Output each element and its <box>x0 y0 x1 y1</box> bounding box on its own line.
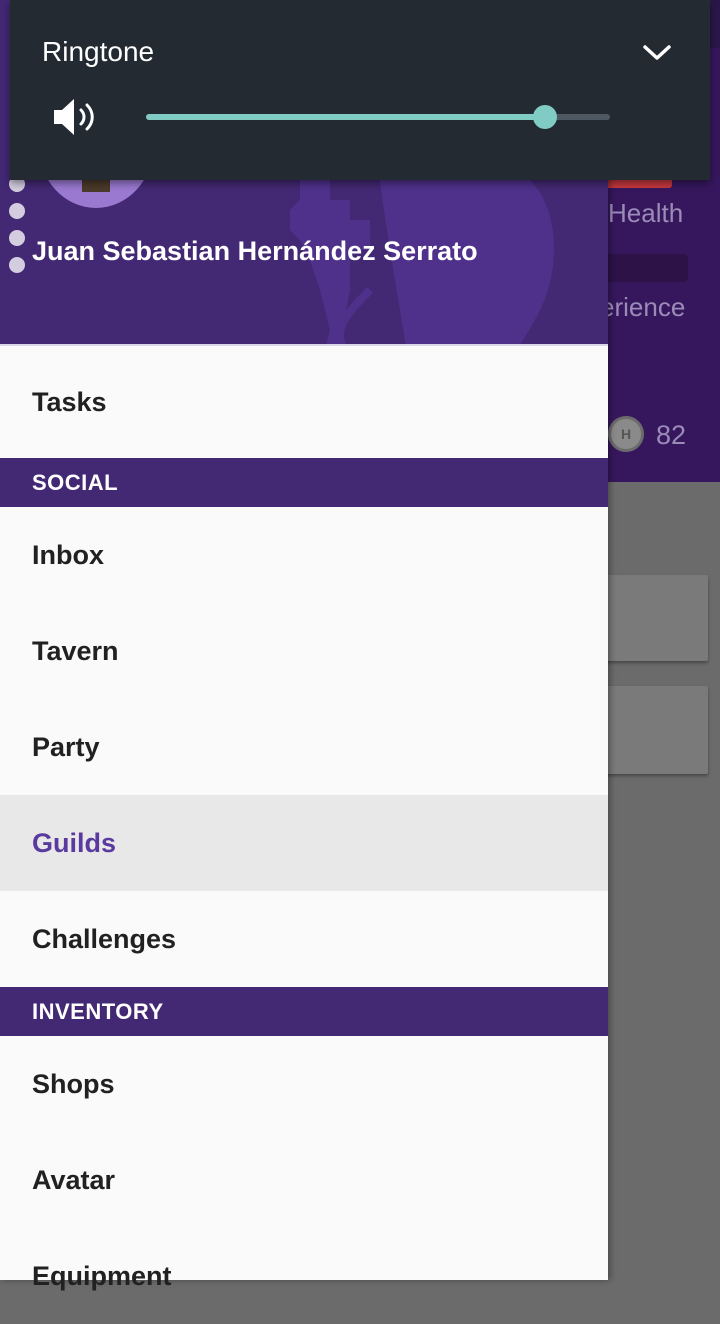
gold-coin-icon: H <box>608 416 644 452</box>
user-name: Juan Sebastian Hernández Serrato <box>32 236 478 266</box>
menu-item-challenges[interactable]: Challenges <box>0 891 608 987</box>
volume-panel: Ringtone <box>10 0 710 180</box>
health-label: Health <box>608 198 684 228</box>
indicator-dot <box>9 203 25 219</box>
gold-amount: 82 <box>656 420 687 450</box>
menu-item-equipment[interactable]: Equipment <box>0 1228 608 1324</box>
experience-bar <box>600 254 688 282</box>
indicator-dot <box>9 230 25 246</box>
menu-item-guilds[interactable]: Guilds <box>0 795 608 891</box>
menu-item-party[interactable]: Party <box>0 699 608 795</box>
menu-item-tasks[interactable]: Tasks <box>0 346 608 458</box>
menu-item-inbox[interactable]: Inbox <box>0 507 608 603</box>
experience-label: erience <box>600 292 686 322</box>
page-indicator <box>9 176 25 284</box>
drawer-menu: Tasks SOCIAL Inbox Tavern Party Guilds C… <box>0 346 608 1324</box>
volume-slider-thumb[interactable] <box>533 105 558 129</box>
section-header-social: SOCIAL <box>0 458 608 507</box>
section-header-inventory: INVENTORY <box>0 987 608 1036</box>
volume-slider-fill <box>146 114 546 120</box>
menu-item-tavern[interactable]: Tavern <box>0 603 608 699</box>
menu-item-shops[interactable]: Shops <box>0 1036 608 1132</box>
speaker-icon[interactable] <box>50 96 102 138</box>
menu-item-avatar[interactable]: Avatar <box>0 1132 608 1228</box>
navigation-drawer: Juan Sebastian Hernández Serrato Tasks S… <box>0 0 608 1291</box>
volume-stream-title: Ringtone <box>42 36 155 67</box>
chevron-down-icon[interactable] <box>640 38 674 66</box>
indicator-dot <box>9 257 25 273</box>
volume-slider[interactable] <box>146 105 610 129</box>
